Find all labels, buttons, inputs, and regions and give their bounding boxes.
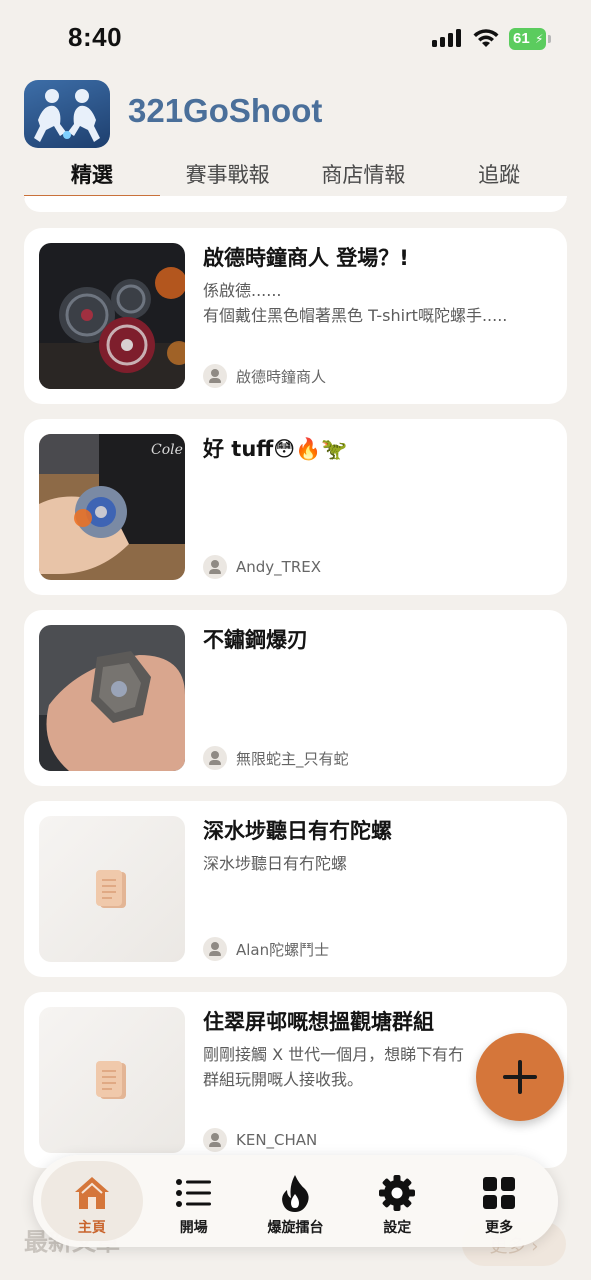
post-thumbnail	[39, 243, 185, 389]
grid-icon	[483, 1177, 516, 1209]
post-excerpt: 深水埗聽日有冇陀螺	[203, 854, 348, 873]
post-author: 啟德時鐘商人	[203, 364, 326, 388]
wifi-icon	[473, 29, 499, 47]
post-author: 無限蛇主_只有蛇	[203, 746, 349, 770]
post-card[interactable]: 不鏽鋼爆刃 無限蛇主_只有蛇	[24, 610, 567, 786]
post-card[interactable]: Cole 好 tuff😳🔥🦖 Andy_TREX	[24, 419, 567, 595]
post-thumbnail: Cole	[39, 434, 185, 580]
post-thumbnail-placeholder	[39, 1007, 185, 1153]
author-avatar-icon	[203, 364, 227, 388]
status-time: 8:40	[68, 22, 123, 52]
post-title: 好 tuff😳🔥🦖	[203, 437, 348, 461]
nav-label: 設定	[383, 1220, 412, 1236]
tab-featured[interactable]: 精選	[24, 152, 160, 198]
bottom-nav: 主頁 開場 爆旋擂台 設定 更多	[33, 1155, 558, 1247]
home-icon	[74, 1177, 109, 1209]
author-name: Alan陀螺鬥士	[236, 940, 330, 959]
author-name: Andy_TREX	[236, 558, 322, 576]
svg-text:Cole: Cole	[151, 442, 183, 458]
post-title: 深水埗聽日有冇陀螺	[203, 819, 392, 843]
author-name: 無限蛇主_只有蛇	[236, 749, 349, 768]
flame-icon	[282, 1175, 310, 1212]
post-title: 住翠屏邨嘅想搵觀塘群組	[203, 1010, 434, 1034]
tab-match-reports[interactable]: 賽事戰報	[160, 152, 296, 198]
document-icon	[96, 870, 126, 908]
status-bar: 8:40 61 ⚡	[0, 0, 591, 70]
battery-icon: 61 ⚡	[509, 28, 551, 50]
author-avatar-icon	[203, 1128, 227, 1152]
nav-item-arena[interactable]: 爆旋擂台	[245, 1161, 347, 1241]
battery-level: 61	[513, 30, 530, 47]
author-avatar-icon	[203, 555, 227, 579]
post-card[interactable]: 深水埗聽日有冇陀螺 深水埗聽日有冇陀螺 Alan陀螺鬥士	[24, 801, 567, 977]
nav-item-settings[interactable]: 設定	[346, 1161, 448, 1241]
post-thumbnail	[39, 625, 185, 771]
author-name: 啟德時鐘商人	[236, 367, 327, 386]
app-title: 321GoShoot	[128, 92, 323, 129]
nav-item-home[interactable]: 主頁	[41, 1161, 143, 1241]
cellular-signal-icon	[432, 29, 461, 47]
post-title: 啟德時鐘商人 登場？!	[203, 246, 409, 270]
author-name: KEN_CHAN	[236, 1131, 318, 1149]
app-logo	[24, 80, 110, 148]
post-author: KEN_CHAN	[203, 1128, 317, 1152]
category-tabs: 精選 賽事戰報 商店情報 追蹤	[24, 152, 567, 198]
post-title: 不鏽鋼爆刃	[203, 628, 308, 652]
document-icon	[96, 1061, 126, 1099]
nav-label: 更多	[485, 1220, 514, 1236]
gear-icon	[379, 1175, 416, 1211]
post-card[interactable]: 啟德時鐘商人 登場？! 係啟德...... 有個戴住黑色帽著黑色 T-shirt…	[24, 228, 567, 404]
nav-label: 主頁	[77, 1220, 106, 1236]
post-excerpt: 係啟德...... 有個戴住黑色帽著黑色 T-shirt嘅陀螺手.....	[203, 281, 508, 325]
tab-shop-news[interactable]: 商店情報	[296, 152, 432, 198]
nav-label: 爆旋擂台	[267, 1220, 324, 1236]
author-avatar-icon	[203, 937, 227, 961]
nav-item-more[interactable]: 更多	[448, 1161, 550, 1241]
post-thumbnail-placeholder	[39, 816, 185, 962]
list-icon	[175, 1179, 211, 1207]
author-avatar-icon	[203, 746, 227, 770]
nav-label: 開場	[179, 1220, 208, 1236]
tab-following[interactable]: 追蹤	[431, 152, 567, 198]
post-author: Alan陀螺鬥士	[203, 937, 329, 961]
create-post-button[interactable]	[476, 1033, 564, 1121]
previous-card-edge	[24, 196, 567, 212]
nav-item-sessions[interactable]: 開場	[143, 1161, 245, 1241]
post-author: Andy_TREX	[203, 555, 321, 579]
